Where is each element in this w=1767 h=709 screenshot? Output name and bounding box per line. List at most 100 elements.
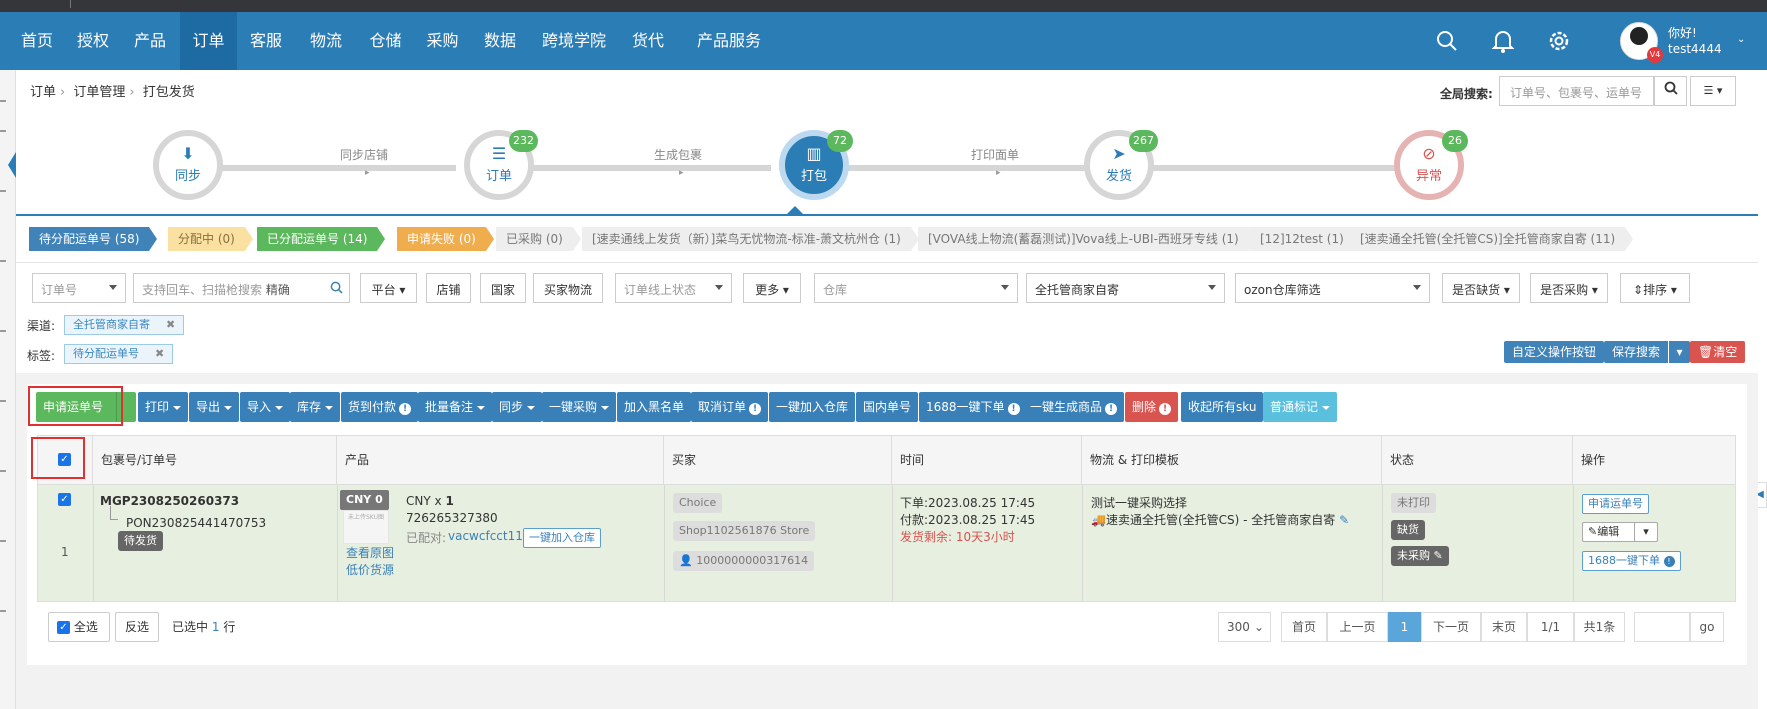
flow-node-sync[interactable]: ⬇ 同步 — [153, 130, 223, 200]
status-tab-assigning[interactable]: 分配中 (0) — [168, 227, 253, 251]
status-tab-purchased[interactable]: 已采购 (0) — [496, 227, 581, 251]
nav-product-service[interactable]: 产品服务 — [677, 12, 781, 70]
delete-button[interactable]: 删除! — [1125, 392, 1179, 422]
row-more-dropdown[interactable]: ▾ — [1634, 522, 1658, 542]
search-input[interactable]: 支持回车、扫描枪搜索 精确 — [133, 273, 350, 303]
edit-icon[interactable]: ✎ — [1339, 513, 1349, 527]
product-sku[interactable]: 726265327380 — [406, 511, 498, 525]
close-icon[interactable]: ✖ — [166, 318, 175, 331]
generate-product-button[interactable]: 一键生成商品! — [1023, 392, 1125, 422]
collapse-sku-button[interactable]: 收起所有sku — [1181, 392, 1264, 422]
custom-action-button[interactable]: 自定义操作按钮 — [1504, 341, 1605, 363]
breadcrumb-item[interactable]: 订单管理 — [73, 85, 125, 100]
status-tab-channel[interactable]: [VOVA线上物流(蓄磊测试)]Vova线上-UBI-西班牙专线 (1) — [918, 227, 1257, 251]
invert-selection-button[interactable]: 反选 — [115, 612, 159, 642]
online-status-select[interactable]: 订单线上状态 — [615, 273, 732, 303]
country-filter[interactable]: 国家 — [480, 273, 526, 303]
nav-service[interactable]: 客服 — [237, 12, 295, 70]
gear-icon[interactable] — [1546, 28, 1572, 54]
row-checkbox[interactable]: ✓ — [58, 493, 71, 506]
managed-select[interactable]: 全托管商家自寄 — [1026, 273, 1225, 303]
page-jump-input[interactable] — [1634, 612, 1690, 642]
stock-button[interactable]: 库存 — [290, 392, 341, 422]
avatar[interactable]: V4 — [1620, 22, 1663, 63]
batch-note-button[interactable]: 批量备注 — [418, 392, 493, 422]
global-search-button[interactable] — [1654, 76, 1687, 106]
search-icon[interactable] — [330, 281, 343, 297]
next-page-button[interactable]: 下一页 — [1421, 612, 1481, 642]
normal-mark-button[interactable]: 普通标记 — [1263, 392, 1338, 422]
domestic-tracking-button[interactable]: 国内单号 — [856, 392, 919, 422]
cancel-order-button[interactable]: 取消订单! — [691, 392, 769, 422]
flow-node-ship[interactable]: ➤ 发货 267 — [1084, 130, 1158, 200]
purchase-status-badge[interactable]: 未采购 ✎ — [1391, 546, 1449, 566]
nav-data[interactable]: 数据 — [471, 12, 529, 70]
save-search-button[interactable]: 保存搜索 ▾ — [1604, 341, 1691, 363]
cod-button[interactable]: 货到付款! — [341, 392, 419, 422]
status-tab-channel[interactable]: [12]12test (1) — [1250, 227, 1362, 251]
flow-node-pack[interactable]: ▥ 打包 72 — [779, 130, 853, 200]
flow-node-exception[interactable]: ⊘ 异常 26 — [1394, 130, 1468, 200]
match-mode[interactable]: 精确 — [266, 283, 290, 297]
current-page[interactable]: 1 — [1388, 612, 1421, 642]
sort-filter[interactable]: ⇕排序 ▾ — [1620, 273, 1690, 303]
go-button[interactable]: go — [1690, 612, 1724, 642]
search-icon[interactable] — [1434, 28, 1460, 54]
nav-logistics[interactable]: 物流 — [295, 12, 357, 70]
row-apply-tracking-button[interactable]: 申请运单号 — [1582, 494, 1649, 514]
shop-filter[interactable]: 店铺 — [426, 273, 471, 303]
view-image-link[interactable]: 查看原图 — [346, 544, 394, 561]
shortage-filter[interactable]: 是否缺货 ▾ — [1442, 273, 1520, 303]
breadcrumb-item[interactable]: 订单 — [30, 85, 56, 100]
nav-forwarder[interactable]: 货代 — [619, 12, 677, 70]
buyer-logistics-filter[interactable]: 买家物流 — [533, 273, 603, 303]
buyer-id[interactable]: 👤 1000000000317614 — [673, 551, 815, 571]
blacklist-button[interactable]: 加入黑名单 — [617, 392, 692, 422]
flow-node-order[interactable]: ☰ 订单 232 — [464, 130, 538, 200]
order-no-select[interactable]: 订单号 — [32, 273, 126, 303]
select-all-button[interactable]: ✓ 全选 — [48, 612, 110, 642]
last-page-button[interactable]: 末页 — [1481, 612, 1527, 642]
status-tab-assigned[interactable]: 已分配运单号 (14) — [257, 227, 386, 251]
order-number[interactable]: PON230825441470753 — [126, 516, 266, 530]
order-1688-button[interactable]: 1688一键下单! — [919, 392, 1027, 422]
clear-button[interactable]: 🗑清空 — [1690, 341, 1746, 363]
page-size-select[interactable]: 300 ⌄ — [1218, 612, 1271, 642]
sync-button[interactable]: 同步 — [492, 392, 543, 422]
buyer-store[interactable]: Shop1102561876 Store — [673, 521, 816, 541]
cheap-source-link[interactable]: 低价货源 — [346, 561, 394, 578]
add-to-warehouse-button[interactable]: 一键加入仓库 — [523, 528, 601, 548]
first-page-button[interactable]: 首页 — [1281, 612, 1327, 642]
nav-order[interactable]: 订单 — [180, 12, 237, 70]
nav-storage[interactable]: 仓储 — [357, 12, 414, 70]
more-filter[interactable]: 更多 ▾ — [743, 273, 801, 303]
status-tab-failed[interactable]: 申请失败 (0) — [397, 227, 494, 251]
add-to-warehouse-button[interactable]: 一键加入仓库 — [769, 392, 856, 422]
warehouse-select[interactable]: 仓库 — [814, 273, 1018, 303]
caret-down-icon[interactable]: ▾ — [1668, 341, 1690, 363]
status-tab-channel[interactable]: [速卖通线上发货（新）]菜鸟无忧物流-标准-萧文杭州仓 (1) — [582, 227, 919, 251]
user-greeting[interactable]: 你好! test4444 — [1668, 25, 1722, 57]
platform-filter[interactable]: 平台 ▾ — [360, 273, 417, 303]
purchased-filter[interactable]: 是否采购 ▾ — [1530, 273, 1608, 303]
package-number[interactable]: MGP2308250260373 — [100, 494, 239, 508]
bell-icon[interactable] — [1490, 28, 1516, 54]
print-button[interactable]: 打印 — [138, 392, 189, 422]
status-tab-pending[interactable]: 待分配运单号 (58) — [29, 227, 158, 251]
list-menu-button[interactable]: ☰ ▾ — [1690, 76, 1736, 106]
close-icon[interactable]: ✖ — [155, 347, 164, 360]
one-click-purchase-button[interactable]: 一键采购 — [542, 392, 617, 422]
ozon-warehouse-select[interactable]: ozon仓库筛选 — [1235, 273, 1430, 303]
import-button[interactable]: 导入 — [240, 392, 291, 422]
matched-sku-link[interactable]: vacwcfcct113 — [448, 529, 531, 543]
export-button[interactable]: 导出 — [189, 392, 240, 422]
nav-academy[interactable]: 跨境学院 — [529, 12, 619, 70]
nav-home[interactable]: 首页 — [8, 12, 66, 70]
chevron-down-icon[interactable]: ⌄ — [1737, 34, 1745, 45]
nav-product[interactable]: 产品 — [120, 12, 180, 70]
nav-auth[interactable]: 授权 — [66, 12, 120, 70]
status-tab-channel[interactable]: [速卖通全托管(全托管CS)]全托管商家自寄 (11) — [1350, 227, 1634, 251]
global-search-input[interactable]: 订单号、包裹号、运单号 — [1499, 76, 1654, 106]
product-thumbnail[interactable]: 未上传SKU图 — [343, 510, 389, 544]
row-1688-order-button[interactable]: 1688一键下单 ! — [1582, 551, 1681, 571]
